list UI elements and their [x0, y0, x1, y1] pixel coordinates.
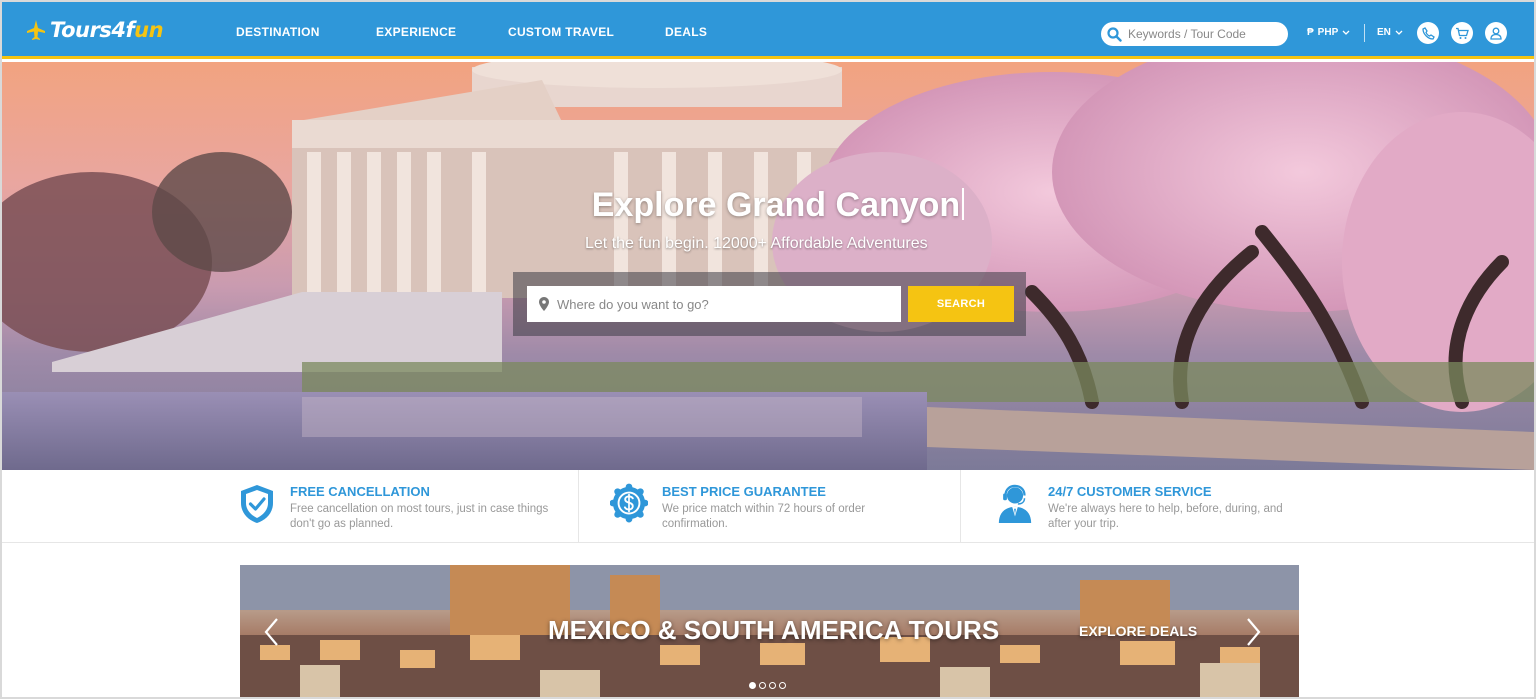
carousel-next-icon[interactable]: [1243, 617, 1263, 647]
banner-title: MEXICO & SOUTH AMERICA TOURS: [548, 615, 1000, 645]
site-logo[interactable]: Tours4fun: [26, 16, 164, 44]
search-button[interactable]: SEARCH: [908, 286, 1014, 322]
feature-description: We're always here to help, before, durin…: [1048, 503, 1283, 530]
shield-check-icon: [241, 485, 273, 523]
carousel-dot[interactable]: [779, 682, 786, 689]
feature-strip: FREE CANCELLATION Free cancellation on m…: [2, 470, 1534, 543]
promo-carousel[interactable]: MEXICO & SOUTH AMERICA TOURS EXPLORE DEA…: [240, 565, 1299, 697]
feature-best-price: BEST PRICE GUARANTEE We price match with…: [610, 470, 960, 543]
search-icon[interactable]: [1107, 26, 1122, 42]
phone-icon: [1421, 26, 1435, 40]
hero-title: Explore Grand Canyon: [2, 186, 1534, 225]
hero-subtitle: Let the fun begin. 12000+ Affordable Adv…: [585, 235, 928, 252]
nav-item-experience[interactable]: EXPERIENCE: [376, 25, 456, 39]
destination-input[interactable]: [557, 296, 877, 312]
cart-icon: [1456, 27, 1469, 39]
carousel-dots: [749, 682, 786, 689]
support-agent-icon: [998, 484, 1032, 523]
hero-search-panel: SEARCH: [513, 272, 1026, 336]
currency-selector[interactable]: ₱ PHP: [1307, 27, 1350, 38]
nav-item-deals[interactable]: DEALS: [665, 25, 707, 39]
header-search: [1101, 22, 1288, 46]
chevron-down-icon: [1395, 30, 1403, 35]
page-frame: Tours4fun DESTINATION EXPERIENCE CUSTOM …: [2, 2, 1534, 697]
hero-banner: Explore Grand Canyon Let the fun begin. …: [2, 62, 1534, 470]
cart-button[interactable]: [1451, 22, 1473, 44]
nav-item-custom-travel[interactable]: CUSTOM TRAVEL: [508, 25, 614, 39]
feature-divider: [578, 470, 579, 543]
dollar-badge-icon: [610, 483, 648, 523]
feature-title: 24/7 CUSTOMER SERVICE: [1048, 484, 1212, 499]
language-selector[interactable]: EN: [1377, 27, 1403, 38]
carousel-dot[interactable]: [769, 682, 776, 689]
hero-background-image: [2, 62, 1534, 470]
feature-title: BEST PRICE GUARANTEE: [662, 484, 826, 499]
explore-deals-link[interactable]: EXPLORE DEALS: [1079, 623, 1197, 639]
carousel-dot[interactable]: [749, 682, 756, 689]
header-divider: [1364, 24, 1365, 42]
language-label: EN: [1377, 27, 1391, 38]
map-pin-icon: [539, 297, 549, 311]
logo-text: Tours4fun: [50, 18, 164, 42]
account-button[interactable]: [1485, 22, 1507, 44]
feature-divider: [960, 470, 961, 543]
nav-item-destination[interactable]: DESTINATION: [236, 25, 320, 39]
header-search-input[interactable]: [1128, 27, 1278, 41]
site-header: Tours4fun DESTINATION EXPERIENCE CUSTOM …: [2, 2, 1534, 59]
user-icon: [1490, 27, 1502, 40]
currency-label: PHP: [1317, 27, 1339, 38]
phone-button[interactable]: [1417, 22, 1439, 44]
currency-symbol: ₱: [1307, 27, 1314, 38]
feature-description: We price match within 72 hours of order …: [662, 503, 866, 530]
feature-free-cancellation: FREE CANCELLATION Free cancellation on m…: [238, 470, 578, 543]
chevron-down-icon: [1342, 30, 1350, 35]
feature-customer-service: 24/7 CUSTOMER SERVICE We're always here …: [996, 470, 1316, 543]
typing-caret: [962, 188, 965, 220]
destination-field: [527, 286, 901, 322]
feature-title: FREE CANCELLATION: [290, 484, 430, 499]
feature-description: Free cancellation on most tours, just in…: [290, 503, 549, 530]
plane-logo-icon: [27, 20, 45, 40]
carousel-prev-icon[interactable]: [262, 617, 282, 647]
carousel-dot[interactable]: [759, 682, 766, 689]
